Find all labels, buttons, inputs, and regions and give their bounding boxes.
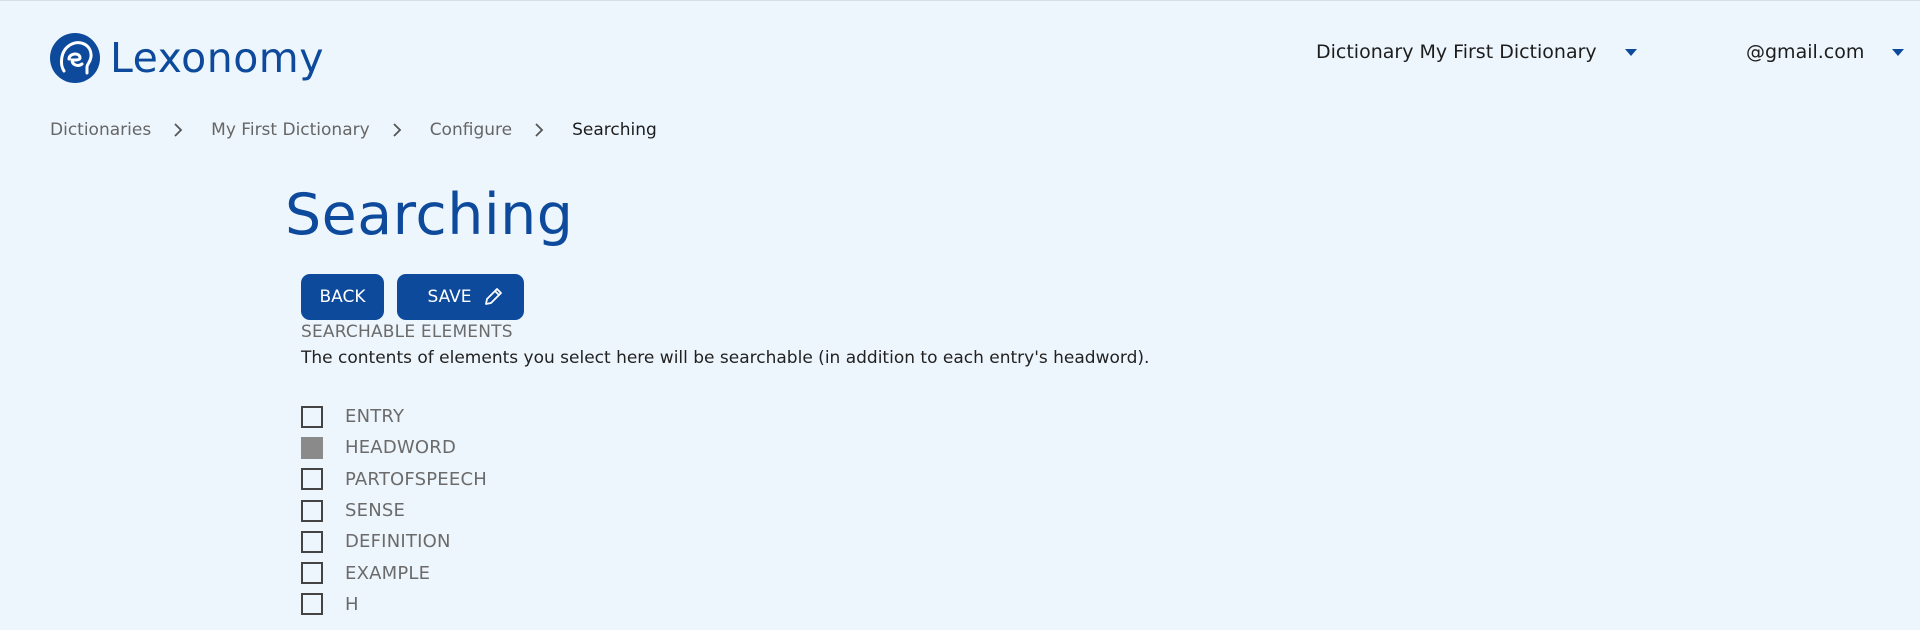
chevron-right-icon	[534, 122, 544, 138]
pencil-icon	[482, 286, 504, 308]
element-checkbox[interactable]	[301, 436, 323, 459]
element-checkbox[interactable]	[301, 562, 323, 585]
chevron-right-icon	[173, 122, 183, 138]
element-row-sense[interactable]: SENSE	[301, 495, 487, 526]
user-email: @gmail.com	[1746, 41, 1865, 63]
element-label: HEADWORD	[345, 437, 457, 459]
element-row-definition[interactable]: DEFINITION	[301, 526, 487, 557]
caret-down-icon	[1892, 48, 1905, 56]
section-heading: SEARCHABLE ELEMENTS	[301, 322, 513, 342]
element-checkbox[interactable]	[301, 405, 323, 428]
element-label: ENTRY	[345, 406, 405, 428]
breadcrumb-item-dictionaries[interactable]: Dictionaries	[50, 120, 151, 140]
user-menu[interactable]: @gmail.com	[1746, 38, 1905, 66]
chevron-right-icon	[392, 122, 402, 138]
section-description: The contents of elements you select here…	[301, 348, 1150, 368]
top-border	[0, 0, 1920, 1]
element-row-entry[interactable]: ENTRY	[301, 401, 487, 432]
element-label: SENSE	[345, 500, 406, 522]
element-row-headword[interactable]: HEADWORD	[301, 432, 487, 463]
element-label: EXAMPLE	[345, 562, 431, 584]
element-row-h[interactable]: H	[301, 589, 487, 620]
breadcrumb-item-configure[interactable]: Configure	[430, 120, 512, 140]
element-label: H	[345, 593, 359, 615]
save-button[interactable]: SAVE	[397, 274, 524, 320]
element-row-example[interactable]: EXAMPLE	[301, 557, 487, 588]
dictionary-selector[interactable]: Dictionary My First Dictionary	[1316, 38, 1637, 66]
searchable-elements-list: ENTRY HEADWORD PARTOFSPEECH SENSE DEFINI…	[301, 401, 487, 620]
app-logo[interactable]: Lexonomy	[50, 33, 324, 83]
element-checkbox[interactable]	[301, 499, 323, 522]
element-checkbox[interactable]	[301, 468, 323, 491]
page-title: Searching	[285, 182, 574, 248]
element-checkbox[interactable]	[301, 530, 323, 553]
dictionary-selector-label: Dictionary My First Dictionary	[1316, 41, 1597, 63]
element-label: DEFINITION	[345, 531, 451, 553]
back-button[interactable]: BACK	[301, 274, 384, 320]
element-row-partofspeech[interactable]: PARTOFSPEECH	[301, 464, 487, 495]
element-label: PARTOFSPEECH	[345, 468, 487, 490]
logo-text: Lexonomy	[110, 34, 324, 82]
breadcrumb: Dictionaries My First Dictionary Configu…	[50, 120, 657, 140]
breadcrumb-item-dictionary[interactable]: My First Dictionary	[211, 120, 370, 140]
element-checkbox[interactable]	[301, 593, 323, 616]
breadcrumb-item-current: Searching	[572, 120, 657, 140]
lexonomy-head-icon	[50, 33, 100, 83]
caret-down-icon	[1624, 48, 1637, 56]
save-button-label: SAVE	[427, 287, 472, 307]
